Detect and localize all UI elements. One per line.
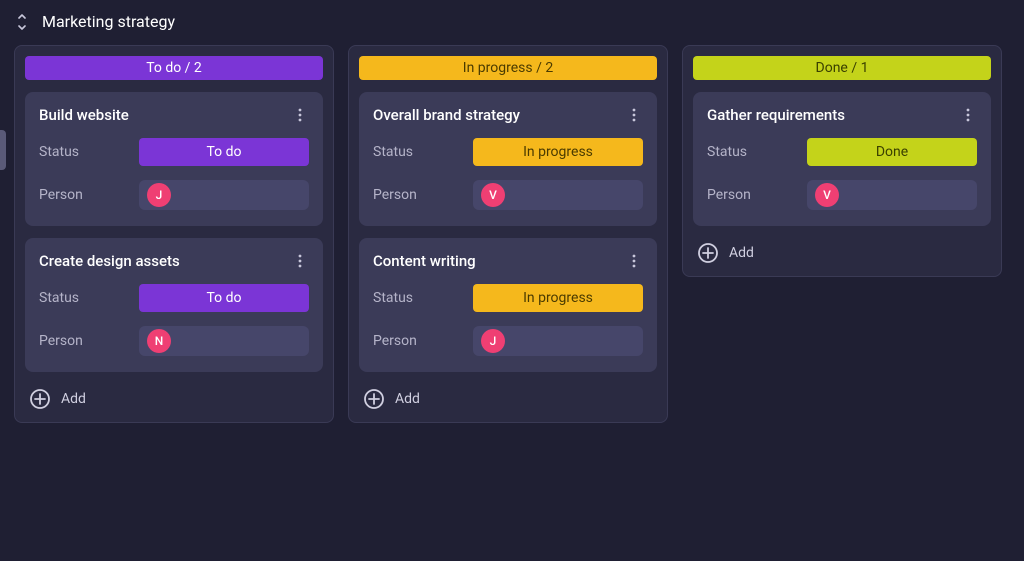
add-label: Add (729, 245, 754, 261)
column-header-done[interactable]: Done / 1 (693, 56, 991, 80)
field-status: Status In progress (373, 284, 643, 312)
kebab-icon[interactable] (291, 106, 309, 124)
field-status: Status To do (39, 284, 309, 312)
status-label: Done (876, 144, 908, 160)
add-card-button[interactable]: Add (693, 238, 991, 266)
card-header: Overall brand strategy (373, 106, 643, 124)
avatar[interactable]: N (147, 329, 171, 353)
add-label: Add (395, 391, 420, 407)
left-edge-handle[interactable] (0, 130, 6, 170)
card-title[interactable]: Content writing (373, 252, 476, 270)
person-cell[interactable]: J (473, 326, 643, 356)
kanban-board: To do / 2 Build website Status To do Per… (10, 41, 1014, 427)
add-label: Add (61, 391, 86, 407)
field-label-status: Status (707, 144, 795, 160)
field-person: Person V (373, 180, 643, 210)
card-title[interactable]: Gather requirements (707, 106, 845, 124)
avatar[interactable]: V (815, 183, 839, 207)
page-title[interactable]: Marketing strategy (42, 12, 175, 31)
field-label-status: Status (39, 144, 127, 160)
card[interactable]: Content writing Status In progress Perso… (359, 238, 657, 372)
plus-circle-icon (363, 388, 385, 410)
person-cell[interactable]: V (807, 180, 977, 210)
card-title[interactable]: Create design assets (39, 252, 180, 270)
field-label-status: Status (373, 290, 461, 306)
field-label-status: Status (39, 290, 127, 306)
field-label-status: Status (373, 144, 461, 160)
status-pill[interactable]: Done (807, 138, 977, 166)
column-done: Done / 1 Gather requirements Status Done (682, 45, 1002, 277)
person-cell[interactable]: V (473, 180, 643, 210)
field-status: Status In progress (373, 138, 643, 166)
card-header: Gather requirements (707, 106, 977, 124)
field-label-person: Person (373, 187, 461, 203)
status-pill[interactable]: In progress (473, 138, 643, 166)
card[interactable]: Create design assets Status To do Person… (25, 238, 323, 372)
field-label-person: Person (373, 333, 461, 349)
person-cell[interactable]: J (139, 180, 309, 210)
card[interactable]: Gather requirements Status Done Person V (693, 92, 991, 226)
status-pill[interactable]: To do (139, 138, 309, 166)
kebab-icon[interactable] (291, 252, 309, 270)
avatar[interactable]: V (481, 183, 505, 207)
kebab-icon[interactable] (625, 252, 643, 270)
column-header-label: In progress / 2 (463, 60, 553, 76)
column-header-inprogress[interactable]: In progress / 2 (359, 56, 657, 80)
field-label-person: Person (707, 187, 795, 203)
board-page: Marketing strategy To do / 2 Build websi… (0, 0, 1024, 437)
field-person: Person V (707, 180, 977, 210)
person-cell[interactable]: N (139, 326, 309, 356)
card-title[interactable]: Overall brand strategy (373, 106, 520, 124)
status-label: To do (206, 290, 241, 306)
avatar[interactable]: J (481, 329, 505, 353)
field-person: Person N (39, 326, 309, 356)
card-title[interactable]: Build website (39, 106, 129, 124)
field-status: Status To do (39, 138, 309, 166)
status-pill[interactable]: In progress (473, 284, 643, 312)
card[interactable]: Overall brand strategy Status In progres… (359, 92, 657, 226)
field-status: Status Done (707, 138, 977, 166)
add-card-button[interactable]: Add (25, 384, 323, 412)
column-header-label: Done / 1 (816, 60, 869, 76)
status-label: To do (206, 144, 241, 160)
card-header: Build website (39, 106, 309, 124)
field-person: Person J (39, 180, 309, 210)
column-inprogress: In progress / 2 Overall brand strategy S… (348, 45, 668, 423)
column-header-label: To do / 2 (146, 60, 202, 76)
kebab-icon[interactable] (959, 106, 977, 124)
field-label-person: Person (39, 187, 127, 203)
field-person: Person J (373, 326, 643, 356)
column-todo: To do / 2 Build website Status To do Per… (14, 45, 334, 423)
plus-circle-icon (29, 388, 51, 410)
avatar[interactable]: J (147, 183, 171, 207)
collapse-icon[interactable] (16, 14, 28, 30)
add-card-button[interactable]: Add (359, 384, 657, 412)
kebab-icon[interactable] (625, 106, 643, 124)
column-header-todo[interactable]: To do / 2 (25, 56, 323, 80)
card-header: Content writing (373, 252, 643, 270)
plus-circle-icon (697, 242, 719, 264)
field-label-person: Person (39, 333, 127, 349)
status-label: In progress (523, 290, 593, 306)
status-label: In progress (523, 144, 593, 160)
status-pill[interactable]: To do (139, 284, 309, 312)
card-header: Create design assets (39, 252, 309, 270)
page-header: Marketing strategy (10, 12, 1014, 41)
card[interactable]: Build website Status To do Person J (25, 92, 323, 226)
